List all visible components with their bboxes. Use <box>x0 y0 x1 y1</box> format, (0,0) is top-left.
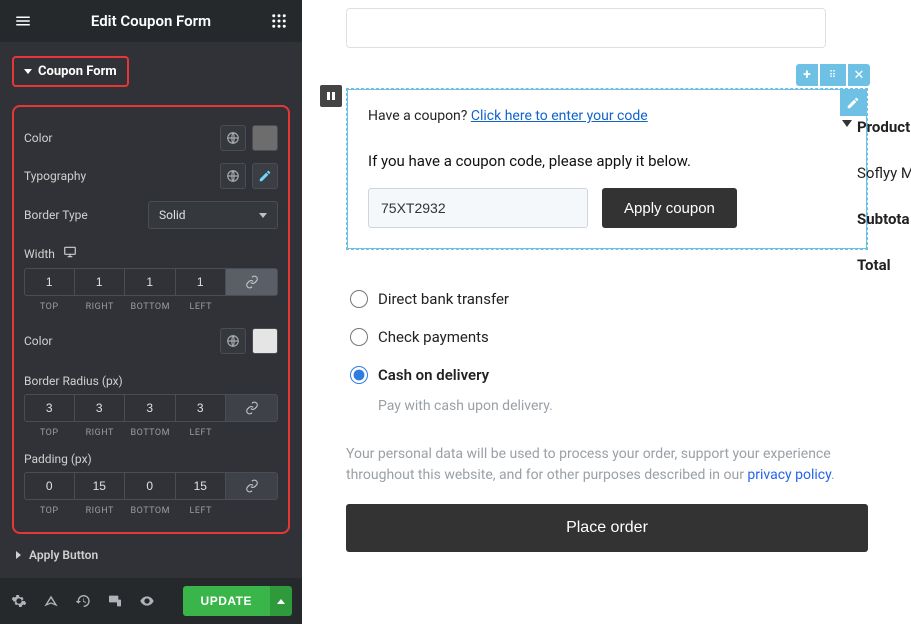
privacy-note: Your personal data will be used to proce… <box>346 444 868 486</box>
chevron-down-icon <box>259 213 267 218</box>
typography-label: Typography <box>24 169 86 183</box>
width-left[interactable] <box>176 268 227 296</box>
link-values-icon[interactable] <box>226 394 278 422</box>
settings-icon[interactable] <box>10 592 28 610</box>
radius-bottom[interactable] <box>125 394 176 422</box>
padding-label: Padding (px) <box>24 452 92 466</box>
add-section-icon[interactable]: + <box>796 64 818 86</box>
coupon-widget: + ⠿ ✕ Have a coupon? Click here to enter… <box>346 88 868 560</box>
apply-button-label: Apply Button <box>29 548 98 562</box>
radius-top[interactable] <box>24 394 75 422</box>
order-summary-col: Product Soflyy M Subtota Total <box>849 100 911 302</box>
update-button[interactable]: UPDATE <box>183 586 270 616</box>
place-order-button[interactable]: Place order <box>346 504 868 552</box>
menu-icon[interactable] <box>14 12 32 30</box>
border-type-value: Solid <box>159 208 186 222</box>
section-apply-button[interactable]: Apply Button <box>12 534 290 562</box>
summary-item: Soflyy M <box>857 164 911 182</box>
border-type-label: Border Type <box>24 208 88 222</box>
panel-body: Coupon Form Color Typography Border Type <box>0 42 302 578</box>
navigator-icon[interactable] <box>42 592 60 610</box>
summary-product-header: Product <box>857 118 911 136</box>
caret-down-icon <box>24 69 32 74</box>
color2-label: Color <box>24 334 52 348</box>
pay-check[interactable]: Check payments <box>346 318 868 356</box>
width-bottom[interactable] <box>125 268 176 296</box>
sidebar-header: Edit Coupon Form <box>0 0 302 42</box>
column-handle-icon[interactable] <box>320 85 342 107</box>
globe-icon[interactable] <box>220 125 246 151</box>
width-label: Width <box>24 247 55 261</box>
edit-typography-icon[interactable] <box>252 163 278 189</box>
row-border-type: Border Type Solid <box>24 195 278 235</box>
width-top[interactable] <box>24 268 75 296</box>
controls-box: Color Typography Border Type Solid <box>12 105 290 534</box>
sidebar-panel: Edit Coupon Form Coupon Form Color Typog… <box>0 0 302 624</box>
color-swatch[interactable] <box>252 125 278 151</box>
width-inputs: TOP RIGHT BOTTOM LEFT <box>24 268 278 312</box>
summary-total: Total <box>857 256 911 274</box>
pay-bank-transfer[interactable]: Direct bank transfer <box>346 280 868 318</box>
width-right[interactable] <box>75 268 126 296</box>
border-type-select[interactable]: Solid <box>148 201 278 229</box>
border-radius-label-row: Border Radius (px) <box>24 374 278 388</box>
close-icon[interactable]: ✕ <box>848 64 870 86</box>
pay-cod[interactable]: Cash on delivery <box>346 356 868 394</box>
padding-left[interactable] <box>176 472 227 500</box>
padding-right[interactable] <box>75 472 126 500</box>
caret-up-icon <box>277 599 285 604</box>
border-radius-label: Border Radius (px) <box>24 374 123 388</box>
padding-top[interactable] <box>24 472 75 500</box>
preview-icon[interactable] <box>138 592 156 610</box>
row-typography: Typography <box>24 157 278 195</box>
coupon-code-input[interactable] <box>368 188 588 228</box>
caret-right-icon <box>16 551 21 559</box>
row-color: Color <box>24 119 278 157</box>
coupon-prompt: Have a coupon? Click here to enter your … <box>368 108 846 124</box>
privacy-policy-link[interactable]: privacy policy <box>747 467 831 483</box>
responsive-icon[interactable] <box>63 245 77 262</box>
email-field-placeholder[interactable] <box>346 8 826 48</box>
summary-subtotal: Subtota <box>857 210 911 228</box>
section-outline: Have a coupon? Click here to enter your … <box>346 88 868 250</box>
payment-methods: Direct bank transfer Check payments Cash… <box>346 272 868 560</box>
padding-bottom[interactable] <box>125 472 176 500</box>
section-controls: + ⠿ ✕ <box>796 64 870 86</box>
link-values-icon[interactable] <box>226 472 278 500</box>
row-color2: Color <box>24 322 278 360</box>
drag-handle-icon[interactable]: ⠿ <box>820 64 846 86</box>
responsive-mode-icon[interactable] <box>106 592 124 610</box>
pay-cod-desc: Pay with cash upon delivery. <box>346 394 868 430</box>
globe-icon[interactable] <box>220 328 246 354</box>
radius-left[interactable] <box>176 394 227 422</box>
radius-inputs: TOP RIGHT BOTTOM LEFT <box>24 394 278 438</box>
sidebar-footer: UPDATE <box>0 578 302 624</box>
coupon-form-block: Have a coupon? Click here to enter your … <box>347 89 867 249</box>
link-values-icon[interactable] <box>226 268 278 296</box>
section-coupon-form[interactable]: Coupon Form <box>12 56 129 87</box>
width-label-row: Width <box>24 245 278 262</box>
update-options-toggle[interactable] <box>270 586 292 616</box>
panel-title: Edit Coupon Form <box>32 12 270 30</box>
color-label: Color <box>24 131 52 145</box>
coupon-reveal-link[interactable]: Click here to enter your code <box>471 108 648 124</box>
preview-canvas: + ⠿ ✕ Have a coupon? Click here to enter… <box>302 0 911 624</box>
color-swatch[interactable] <box>252 328 278 354</box>
padding-label-row: Padding (px) <box>24 452 278 466</box>
app-grid-icon[interactable] <box>270 12 288 30</box>
radius-right[interactable] <box>75 394 126 422</box>
globe-icon[interactable] <box>220 163 246 189</box>
coupon-instruction: If you have a coupon code, please apply … <box>368 152 846 170</box>
apply-coupon-button[interactable]: Apply coupon <box>602 188 737 228</box>
history-icon[interactable] <box>74 592 92 610</box>
section-label: Coupon Form <box>38 64 117 79</box>
padding-inputs: TOP RIGHT BOTTOM LEFT <box>24 472 278 516</box>
